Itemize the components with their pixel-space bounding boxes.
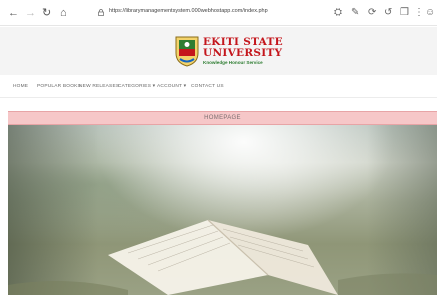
university-name[interactable]: EKITI STATE UNIVERSITY Knowledge Honour … <box>203 37 283 66</box>
url-text: https://librarymanagementsystem.000webho… <box>109 8 268 14</box>
open-book-illustration <box>8 219 437 295</box>
nav-contact-us[interactable]: CONTACT US <box>191 84 224 89</box>
nav-categories-dropdown[interactable]: CATEGORIES ▾ <box>118 84 155 89</box>
pen-icon[interactable]: ✎ <box>351 6 359 20</box>
homepage-banner: HOMEPAGE <box>8 111 437 125</box>
university-motto: Knowledge Honour Service <box>203 60 263 65</box>
address-bar[interactable]: https://librarymanagementsystem.000webho… <box>97 7 327 20</box>
profile-icon[interactable]: ☺ <box>425 6 435 20</box>
sync-icon[interactable]: ⟳ <box>368 6 376 20</box>
university-crest-logo[interactable] <box>174 35 200 67</box>
main-navigation: HOME POPULAR BOOKS NEW RELEASES CATEGORI… <box>0 76 437 98</box>
lock-icon <box>98 9 104 16</box>
browser-toolbar: ← → ↻ ⌂ https://librarymanagementsystem.… <box>0 0 437 26</box>
nav-popular-books[interactable]: POPULAR BOOKS <box>37 84 81 89</box>
nav-account-dropdown[interactable]: ACCOUNT ▾ <box>157 84 186 89</box>
sidebar-icon[interactable]: ⋮ <box>414 6 424 20</box>
reload-icon[interactable]: ↻ <box>42 6 51 20</box>
translate-icon[interactable]: ⛭ <box>334 6 342 20</box>
collections-icon[interactable]: ❒ <box>400 6 409 20</box>
back-icon[interactable]: ← <box>8 6 19 20</box>
history-icon[interactable]: ↺ <box>384 6 392 20</box>
home-icon[interactable]: ⌂ <box>60 6 67 20</box>
homepage-label: HOMEPAGE <box>204 115 241 121</box>
nav-home[interactable]: HOME <box>13 84 28 89</box>
nav-new-releases[interactable]: NEW RELEASES <box>79 84 119 89</box>
forward-icon[interactable]: → <box>25 6 36 20</box>
hero-image-open-book <box>8 125 437 295</box>
university-name-line2: UNIVERSITY <box>203 47 283 59</box>
